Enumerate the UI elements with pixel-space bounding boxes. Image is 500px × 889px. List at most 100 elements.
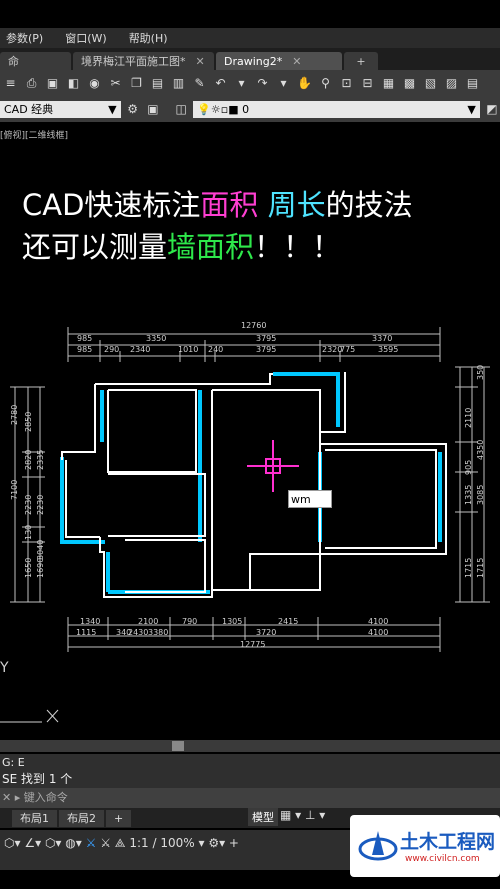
dim-left-9: 1650 (24, 557, 33, 578)
dim-left-2: 2850 (24, 411, 33, 432)
dim-top2-5: 240 (208, 345, 224, 354)
match-icon[interactable]: ▥ (170, 75, 187, 92)
zoom-window-icon[interactable]: ⊡ (338, 75, 355, 92)
layer-select[interactable]: 💡☼▫■ 0 ▼ (193, 100, 480, 118)
redo-icon[interactable]: ↷ (254, 75, 271, 92)
ucs-icon (0, 709, 59, 723)
dim-left-5: 2230 (24, 494, 33, 515)
tool-palette-icon[interactable]: ▧ (422, 75, 439, 92)
cut-icon[interactable]: ✂ (107, 75, 124, 92)
file-tab-bar: 命 境界梅江平面施工图* ✕ Drawing2* ✕ + (0, 48, 500, 70)
plus-icon: + (356, 54, 366, 68)
zoom-previous-icon[interactable]: ⊟ (359, 75, 376, 92)
gear-icon[interactable]: ⚙ (125, 101, 141, 118)
print-icon[interactable]: ⎙ (23, 75, 40, 92)
properties-icon[interactable]: ▦ (380, 75, 397, 92)
dim-left-7: 130 (24, 524, 33, 540)
command-input[interactable]: ✕ ▸ 键入命令 (0, 788, 500, 808)
gear-icon[interactable]: ⚙▾ (208, 836, 225, 850)
annotation-visibility-icon[interactable]: ⚔ (100, 836, 111, 850)
annotation-scale-icon[interactable]: ⚔ (86, 836, 97, 850)
pan-icon[interactable]: ✋ (296, 75, 313, 92)
tab-layout2[interactable]: 布局2 (59, 809, 104, 827)
dim-top2-2: 290 (104, 345, 120, 354)
dim-bottom2-4: 3380 (148, 628, 169, 637)
lineweight-icon[interactable]: ◍▾ (65, 836, 82, 850)
status-toggles: ⬡▾ ∠▾ ⬡▾ ◍▾ ⚔ ⚔ ⟁ 1:1 / 100% ▾ ⚙▾ + (4, 836, 239, 851)
dim-top2-8: 775 (340, 345, 356, 354)
layer-states-icon[interactable]: ◫ (173, 101, 189, 118)
chevron-down-icon[interactable]: ▾ (198, 836, 204, 850)
dim-right-8: 1715 (476, 557, 485, 578)
dim-top-total: 12760 (241, 321, 267, 330)
workspace-value: CAD 经典 (4, 103, 54, 116)
3d-osnap-icon[interactable]: ⬡▾ (45, 836, 62, 850)
add-layout-button[interactable]: + (106, 809, 132, 827)
grid-icon[interactable]: ▦ ▾ ⊥ ▾ (280, 808, 325, 822)
plus-icon[interactable]: + (229, 836, 239, 850)
dim-left-3: 2820 (24, 449, 33, 470)
dim-bottom2-5: 3720 (256, 628, 277, 637)
close-icon[interactable]: ✕ (2, 791, 15, 804)
layer-previous-icon[interactable]: ◩ (484, 101, 500, 118)
new-tab-button[interactable]: + (344, 52, 378, 70)
menu-bar: 参数(P) 窗口(W) 帮助(H) (0, 28, 500, 48)
dim-right-5: 1335 (464, 484, 473, 505)
dim-top-1: 985 (77, 334, 93, 343)
publish-icon[interactable]: ◧ (65, 75, 82, 92)
title-text: 还可以测量 (22, 230, 168, 264)
tab-label: 境界梅江平面施工图* (81, 55, 186, 68)
menu-item-window[interactable]: 窗口(W) (65, 30, 106, 46)
dim-bottom-4: 1305 (222, 617, 243, 626)
tutorial-title-line2: 还可以测量墙面积！！！ (22, 224, 341, 266)
plus-icon: + (114, 811, 124, 825)
close-icon[interactable]: ✕ (196, 55, 205, 68)
chevron-down-icon[interactable]: ▾ (275, 75, 292, 92)
logo-icon (358, 831, 398, 861)
dim-bottom-2: 2100 (138, 617, 159, 626)
workspace-select[interactable]: CAD 经典 ▼ (0, 100, 121, 118)
preview-icon[interactable]: ▣ (44, 75, 61, 92)
model-space-button[interactable]: 模型 (248, 808, 278, 826)
horizontal-scrollbar[interactable] (0, 740, 500, 752)
scrollbar-thumb[interactable] (172, 741, 184, 751)
calculator-icon[interactable]: ▤ (464, 75, 481, 92)
globe-icon[interactable]: ◉ (86, 75, 103, 92)
dim-bottom2-3: 2430 (128, 628, 149, 637)
zoom-realtime-icon[interactable]: ⚲ (317, 75, 334, 92)
isometric-icon[interactable]: ⬡▾ (4, 836, 21, 850)
paste-icon[interactable]: ▤ (149, 75, 166, 92)
menu-item-help[interactable]: 帮助(H) (129, 30, 168, 46)
chevron-down-icon[interactable]: ▾ (233, 75, 250, 92)
walls (61, 372, 447, 598)
close-icon[interactable]: ✕ (292, 55, 301, 68)
brush-icon[interactable]: ✎ (191, 75, 208, 92)
watermark-url: www.civilcn.com (405, 854, 480, 864)
scale-select[interactable]: 1:1 / 100% (129, 836, 194, 850)
dim-top-4: 3370 (372, 334, 393, 343)
osnap-tracking-icon[interactable]: ∠▾ (24, 836, 41, 850)
tab-layout1[interactable]: 布局1 (12, 809, 57, 827)
viewport-label[interactable]: [俯视][二维线框] (0, 128, 68, 141)
undo-icon[interactable]: ↶ (212, 75, 229, 92)
menu-item-params[interactable]: 参数(P) (6, 30, 43, 46)
auto-scale-icon[interactable]: ⟁ (115, 836, 126, 850)
tab-previous[interactable]: 命 (0, 52, 71, 70)
tutorial-title-line1: CAD快速标注面积 周长的技法 (22, 182, 413, 224)
tab-drawing2[interactable]: Drawing2* ✕ (216, 52, 342, 70)
command-prompt-icon: ▸ (14, 791, 24, 804)
menu-icon[interactable]: ≡ (2, 75, 19, 92)
dynamic-input-field[interactable]: wm (288, 490, 332, 508)
dim-bottom-6: 4100 (368, 617, 389, 626)
sheet-set-icon[interactable]: ▨ (443, 75, 460, 92)
tab-jingjie[interactable]: 境界梅江平面施工图* ✕ (73, 52, 214, 70)
dim-left-6: 2230 (36, 494, 45, 515)
copy-icon[interactable]: ❐ (128, 75, 145, 92)
design-center-icon[interactable]: ▩ (401, 75, 418, 92)
command-placeholder: 键入命令 (23, 791, 68, 804)
standard-toolbar: ≡ ⎙ ▣ ◧ ◉ ✂ ❐ ▤ ▥ ✎ ↶ ▾ ↷ ▾ ✋ ⚲ ⊡ ⊟ ▦ ▩ … (0, 70, 500, 96)
dim-left-1: 2780 (10, 404, 19, 425)
dim-bottom-5: 2415 (278, 617, 299, 626)
title-text: 的技法 (325, 188, 413, 222)
layer-manager-icon[interactable]: ▣ (145, 101, 161, 118)
